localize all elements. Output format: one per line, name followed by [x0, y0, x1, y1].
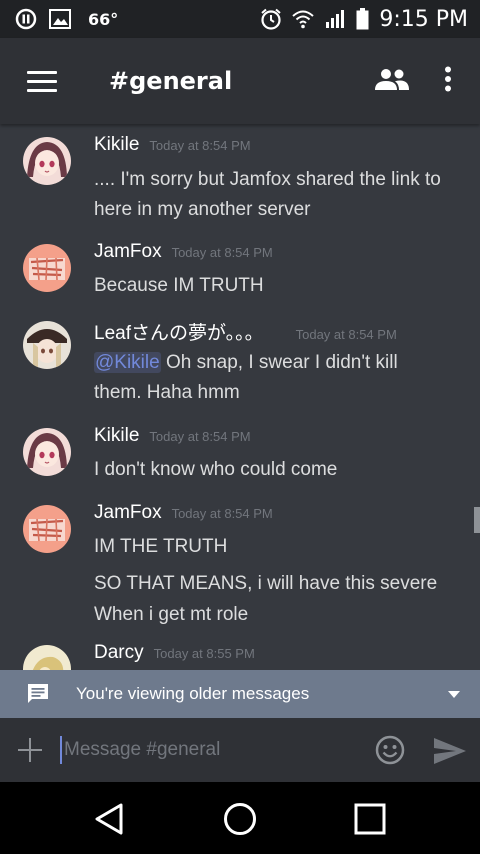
- avatar[interactable]: [23, 645, 71, 670]
- timestamp: Today at 8:54 PM: [295, 327, 397, 342]
- message-line: them. Haha hmm: [94, 382, 240, 403]
- alarm-icon: [259, 7, 283, 31]
- message-line: .... I'm sorry but Jamfox shared the lin…: [94, 169, 441, 190]
- wifi-icon: [291, 7, 315, 31]
- members-icon[interactable]: [374, 67, 410, 95]
- message-text: I don't know who could come: [94, 455, 464, 485]
- avatar[interactable]: [23, 321, 71, 369]
- avatar[interactable]: [23, 137, 71, 185]
- image-icon: [48, 7, 72, 31]
- battery-icon: [355, 7, 369, 31]
- channel-title: #general: [109, 67, 233, 95]
- home-icon[interactable]: [223, 802, 257, 840]
- temperature: 66°: [88, 9, 119, 29]
- author-name[interactable]: Kikile: [94, 425, 139, 447]
- message-input[interactable]: [60, 736, 344, 764]
- message-line: When i get mt role: [94, 604, 249, 625]
- message-line: here in my another server: [94, 199, 311, 220]
- older-messages-text: You're viewing older messages: [76, 684, 310, 703]
- back-icon[interactable]: [94, 803, 124, 839]
- timestamp: Today at 8:54 PM: [171, 245, 273, 260]
- message-text: Because IM TRUTH: [94, 271, 464, 301]
- pause-circle-icon: [14, 7, 38, 31]
- message-line: IM THE TRUTH: [94, 536, 228, 557]
- avatar[interactable]: [23, 505, 71, 553]
- signal-icon: [323, 7, 347, 31]
- message-text: @Kikile Oh snap, I swear I didn't kill t…: [94, 348, 464, 408]
- older-messages-banner[interactable]: You're viewing older messages: [0, 670, 480, 718]
- author-name[interactable]: JamFox: [94, 241, 162, 263]
- message-line: Because IM TRUTH: [94, 275, 264, 296]
- message-list[interactable]: Kikile Today at 8:54 PM .... I'm sorry b…: [0, 124, 480, 670]
- avatar[interactable]: [23, 244, 71, 292]
- menu-icon[interactable]: [27, 65, 57, 98]
- avatar[interactable]: [23, 428, 71, 476]
- message-line: Oh snap, I swear I didn't kill: [160, 352, 398, 373]
- recents-icon[interactable]: [354, 803, 386, 839]
- message-line: I don't know who could come: [94, 459, 338, 480]
- more-vert-icon[interactable]: [444, 66, 452, 96]
- emoji-icon[interactable]: [375, 735, 405, 769]
- timestamp: Today at 8:54 PM: [149, 138, 251, 153]
- author-name[interactable]: Darcy: [94, 642, 144, 664]
- clock: 9:15 PM: [379, 6, 468, 32]
- android-nav-bar: [0, 782, 480, 854]
- timestamp: Today at 8:54 PM: [149, 429, 251, 444]
- author-name[interactable]: Leafさんの夢が。。。: [94, 318, 264, 345]
- author-name[interactable]: JamFox: [94, 502, 162, 524]
- message-text: .... I'm sorry but Jamfox shared the lin…: [94, 165, 464, 225]
- status-bar: 66° 9:15 PM: [0, 0, 480, 38]
- chat-bubble-icon: [26, 683, 50, 705]
- send-icon[interactable]: [434, 738, 466, 768]
- message-text: IM THE TRUTH SO THAT MEANS, i will have …: [94, 532, 464, 630]
- message-composer: [0, 718, 480, 782]
- timestamp: Today at 8:54 PM: [171, 506, 273, 521]
- chevron-down-icon[interactable]: [448, 690, 460, 698]
- message-line: SO THAT MEANS, i will have this severe: [94, 573, 438, 594]
- author-name[interactable]: Kikile: [94, 134, 139, 156]
- timestamp: Today at 8:55 PM: [153, 646, 255, 661]
- channel-header: #general: [0, 38, 480, 124]
- add-attachment-icon[interactable]: [18, 738, 42, 762]
- scrollbar[interactable]: [474, 507, 480, 533]
- mention[interactable]: @Kikile: [94, 352, 161, 373]
